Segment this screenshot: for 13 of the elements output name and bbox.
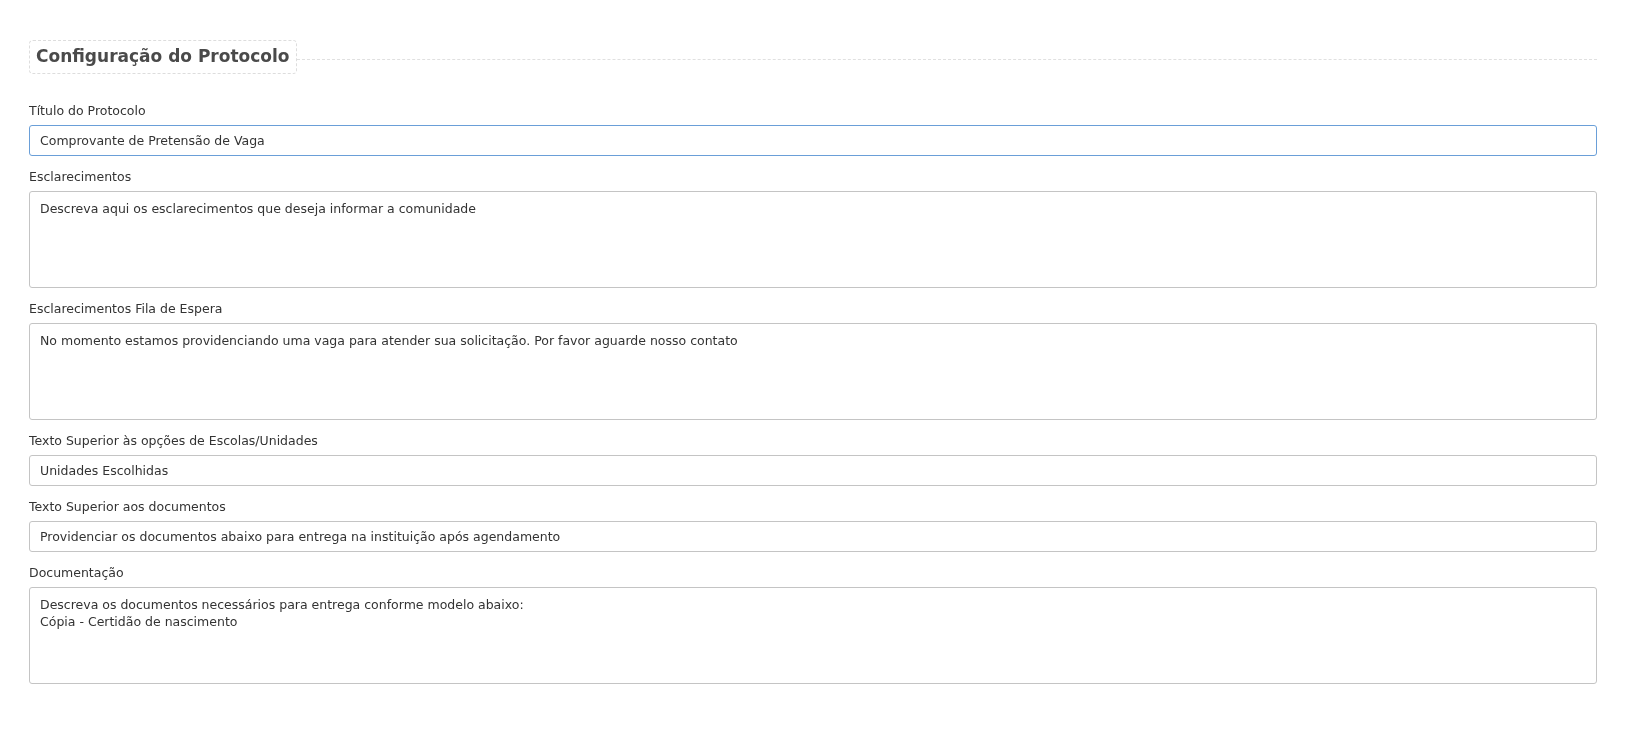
text-field[interactable]: Comprovante de Pretensão de Vaga [29, 124, 1597, 156]
field-label: Título do Protocolo [29, 101, 147, 119]
field-label: Documentação [29, 563, 125, 581]
text-field[interactable]: Unidades Escolhidas [29, 454, 1597, 486]
text-area[interactable]: Descreva aqui os esclarecimentos que deseja informar a comunidade [29, 190, 1597, 288]
section-title: Configuração do Protocolo [29, 40, 297, 74]
field-label: Esclarecimentos Fila de Espera [29, 299, 224, 317]
field-label: Texto Superior às opções de Escolas/Unidades [29, 431, 319, 449]
text-field[interactable]: Providenciar os documentos abaixo para entrega na instituição após agendamento [29, 520, 1597, 552]
text-area[interactable]: No momento estamos providenciando uma vaga para atender sua solicitação. Por favor aguarde nosso contato [29, 322, 1597, 420]
field-label: Esclarecimentos [29, 167, 133, 185]
text-area[interactable]: Descreva os documentos necessários para entrega conforme modelo abaixo: Cópia - Certidão de nascimento [29, 586, 1597, 684]
field-label: Texto Superior aos documentos [29, 497, 227, 515]
